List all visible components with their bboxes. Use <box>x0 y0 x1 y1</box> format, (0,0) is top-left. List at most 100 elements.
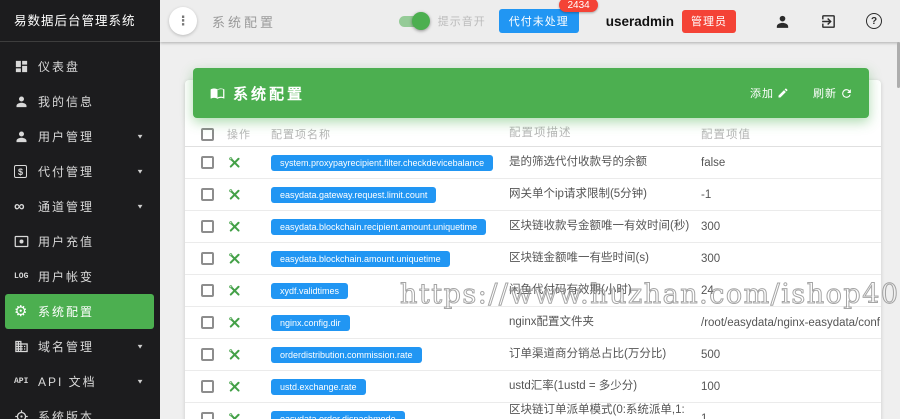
config-name-badge[interactable]: system.proxypayrecipient.filter.checkdev… <box>271 155 493 171</box>
config-name-badge[interactable]: orderdistribution.commission.rate <box>271 347 422 363</box>
tools-icon <box>227 155 242 170</box>
edit-config-button[interactable] <box>227 411 242 419</box>
config-name-badge[interactable]: easydata.gateway.request.limit.count <box>271 187 436 203</box>
sidebar-item-user-management[interactable]: 用户管理 ▼ <box>5 119 154 154</box>
config-description: ustd汇率(1ustd = 多少分) <box>509 379 701 395</box>
sidebar-nav: 仪表盘 ▼ 我的信息 ▼ 用户管理 ▼ $ 代付管理 ▼ ∞ 通道管理 ▼ 用户… <box>0 42 160 419</box>
config-description: 区块链订单派单模式(0:系统派单,1:用户抢单) <box>509 403 701 419</box>
config-name-badge[interactable]: nginx.config.dir <box>271 315 350 331</box>
add-label: 添加 <box>750 85 774 101</box>
sidebar-item-user-recharge[interactable]: 用户充值 ▼ <box>5 224 154 259</box>
config-value: /root/easydata/nginx-easydata/conf <box>701 317 881 329</box>
topbar: ⋮ 系统配置 提示音开 代付未处理 2434 useradmin 管理员 ? <box>160 0 900 42</box>
infinity-icon: ∞ <box>14 199 38 214</box>
config-name-badge[interactable]: xydf.validtimes <box>271 283 348 299</box>
tools-icon <box>227 379 242 394</box>
row-checkbox[interactable] <box>201 220 214 233</box>
domain-icon <box>14 339 38 354</box>
log-icon: LOG <box>14 272 38 281</box>
panel-header: 系统配置 添加 刷新 <box>193 68 869 118</box>
row-checkbox[interactable] <box>201 284 214 297</box>
sidebar-item-label: 系统版本 <box>38 408 94 419</box>
config-name-badge[interactable]: ustd.exchange.rate <box>271 379 366 395</box>
book-icon <box>209 86 226 101</box>
edit-config-button[interactable] <box>227 315 242 330</box>
sidebar-item-label: API 文档 <box>38 373 97 390</box>
sidebar-item-dashboard[interactable]: 仪表盘 ▼ <box>5 49 154 84</box>
edit-config-button[interactable] <box>227 219 242 234</box>
config-value: 300 <box>701 253 881 265</box>
panel-actions: 添加 刷新 <box>750 85 853 101</box>
sidebar-item-my-info[interactable]: 我的信息 ▼ <box>5 84 154 119</box>
select-all-checkbox[interactable] <box>201 128 214 141</box>
sidebar-item-label: 通道管理 <box>38 198 94 215</box>
edit-config-button[interactable] <box>227 283 242 298</box>
sidebar-item-label: 仪表盘 <box>38 58 80 75</box>
edit-config-button[interactable] <box>227 155 242 170</box>
edit-config-button[interactable] <box>227 187 242 202</box>
tools-icon <box>227 315 242 330</box>
table-row: orderdistribution.commission.rate 订单渠道商分… <box>185 339 881 371</box>
profile-button[interactable] <box>774 13 791 30</box>
chevron-down-icon: ▼ <box>136 378 146 385</box>
help-button[interactable]: ? <box>866 13 882 29</box>
chevron-down-icon: ▼ <box>136 343 146 350</box>
tools-icon <box>227 283 242 298</box>
sidebar-item-user-account-log[interactable]: LOG 用户帐变 ▼ <box>5 259 154 294</box>
payment-icon <box>14 235 38 248</box>
pending-badge-label: 代付未处理 <box>509 16 569 28</box>
row-checkbox[interactable] <box>201 412 214 419</box>
edit-config-button[interactable] <box>227 347 242 362</box>
edit-config-button[interactable] <box>227 251 242 266</box>
sound-toggle[interactable] <box>399 16 427 27</box>
logout-button[interactable] <box>820 13 837 30</box>
row-checkbox[interactable] <box>201 252 214 265</box>
config-name-badge[interactable]: easydata.blockchain.recipient.amount.uni… <box>271 219 486 235</box>
main-content: 系统配置 添加 刷新 操作 配置项名称 配置项描述 配置项值 <box>160 42 900 419</box>
sidebar-item-system-config[interactable]: ⚙ 系统配置 ▼ <box>5 294 154 329</box>
person-icon <box>14 94 38 109</box>
refresh-button[interactable]: 刷新 <box>813 85 853 101</box>
header-value: 配置项值 <box>701 126 881 142</box>
sidebar-collapse-button[interactable]: ⋮ <box>169 7 197 35</box>
refresh-label: 刷新 <box>813 85 837 101</box>
config-name-badge[interactable]: easydata.blockchain.amount.uniquetime <box>271 251 450 267</box>
config-description: 闲鱼代付码有效期(小时) <box>509 283 701 299</box>
sidebar-item-label: 系统配置 <box>38 303 94 320</box>
config-name-badge[interactable]: easydata.order.dispachmode <box>271 411 405 419</box>
api-icon: API <box>14 377 38 386</box>
sidebar-item-label: 用户管理 <box>38 128 94 145</box>
tools-icon <box>227 251 242 266</box>
pending-count-badge: 2434 <box>559 0 597 12</box>
sidebar-item-channel-management[interactable]: ∞ 通道管理 ▼ <box>5 189 154 224</box>
table-row: xydf.validtimes 闲鱼代付码有效期(小时) 24 <box>185 275 881 307</box>
app-brand-title: 易数据后台管理系统 <box>0 0 160 42</box>
sidebar-item-system-version[interactable]: 系统版本 ▼ <box>5 399 154 419</box>
edit-config-button[interactable] <box>227 379 242 394</box>
tools-icon <box>227 219 242 234</box>
row-checkbox[interactable] <box>201 316 214 329</box>
topbar-right: 提示音开 代付未处理 2434 useradmin 管理员 ? <box>399 9 900 33</box>
sidebar-item-label: 我的信息 <box>38 93 94 110</box>
sidebar-item-label: 用户帐变 <box>38 268 94 285</box>
person-icon <box>774 13 791 30</box>
header-desc: 配置项描述 <box>509 126 701 142</box>
row-checkbox[interactable] <box>201 348 214 361</box>
config-table-card: 操作 配置项名称 配置项描述 配置项值 system.proxypayrecip… <box>185 80 881 419</box>
config-value: 24 <box>701 285 881 297</box>
table-row: easydata.gateway.request.limit.count 网关单… <box>185 179 881 211</box>
pending-proxy-pay-badge[interactable]: 代付未处理 2434 <box>499 9 579 33</box>
add-config-button[interactable]: 添加 <box>750 85 789 101</box>
currency-icon: $ <box>14 165 38 178</box>
row-checkbox[interactable] <box>201 188 214 201</box>
sidebar-item-label: 代付管理 <box>38 163 94 180</box>
sidebar-item-proxy-pay-management[interactable]: $ 代付管理 ▼ <box>5 154 154 189</box>
config-value: 500 <box>701 349 881 361</box>
row-checkbox[interactable] <box>201 156 214 169</box>
sidebar-item-label: 用户充值 <box>38 233 94 250</box>
row-checkbox[interactable] <box>201 380 214 393</box>
logout-icon <box>820 13 837 30</box>
sidebar-item-api-docs[interactable]: API API 文档 ▼ <box>5 364 154 399</box>
target-icon <box>14 409 38 419</box>
sidebar-item-domain-management[interactable]: 域名管理 ▼ <box>5 329 154 364</box>
